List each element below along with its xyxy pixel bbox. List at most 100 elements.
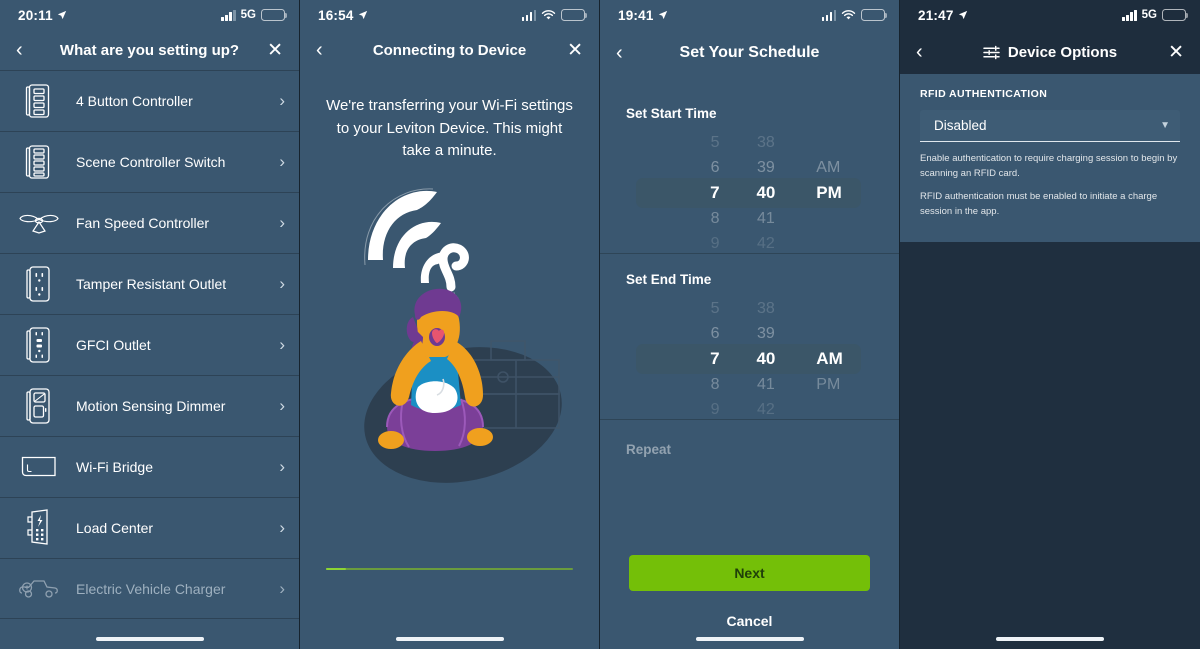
start-time-heading: Set Start Time [626,106,717,121]
ceiling-fan-icon [16,210,62,236]
list-item-electric-vehicle-charger[interactable]: Electric Vehicle Charger › [0,558,299,619]
picker-option[interactable]: 6 [600,321,726,347]
status-time-group: 19:41 [618,8,668,23]
list-item-label: Load Center [76,520,154,536]
chevron-right-icon: › [279,335,285,354]
start-minute-column[interactable]: 38 39 40 41 42 [726,133,807,253]
nav-bar: ‹ What are you setting up? ✕ [0,30,299,70]
picker-option[interactable]: 8 [600,372,726,398]
picker-option[interactable]: AM [806,155,899,181]
list-item-motion-sensing-dimmer[interactable]: Motion Sensing Dimmer › [0,375,299,436]
chevron-down-icon: ▼ [1160,120,1170,131]
status-time-group: 21:47 [918,8,968,23]
load-center-icon [16,508,62,548]
back-button[interactable]: ‹ [616,43,623,63]
picker-selected-meridiem[interactable]: PM [806,180,899,206]
list-item-load-center[interactable]: Load Center › [0,497,299,558]
picker-option[interactable]: 41 [726,372,807,398]
rfid-help-text-2: RFID authentication must be enabled to i… [920,191,1158,218]
picker-option[interactable]: 42 [726,231,807,257]
picker-selected-hour[interactable]: 7 [600,346,726,372]
screenshot-strip: 20:11 5G ‹ What are you setting up? ✕ 4 … [0,0,1200,649]
cellular-signal-icon [521,9,536,21]
close-button[interactable]: ✕ [1168,43,1184,62]
list-item-scene-controller-switch[interactable]: Scene Controller Switch › [0,131,299,192]
picker-option[interactable]: 9 [600,231,726,257]
close-button[interactable]: ✕ [567,41,583,60]
picker-option[interactable]: 5 [600,296,726,322]
list-item-label: Motion Sensing Dimmer [76,398,226,414]
back-button[interactable]: ‹ [316,40,323,60]
picker-option[interactable]: 39 [726,155,807,181]
status-time-group: 20:11 [18,8,67,23]
page-title: What are you setting up? [59,41,240,59]
list-item-label: 4 Button Controller [76,93,193,109]
picker-option[interactable]: 38 [726,296,807,322]
picker-option[interactable]: 42 [726,397,807,423]
end-time-heading: Set End Time [626,272,712,287]
end-time-picker[interactable]: 5 6 7 8 9 38 39 40 41 42 AM PM [600,299,899,419]
picker-option[interactable]: 5 [600,130,726,156]
picker-option[interactable]: 41 [726,206,807,232]
wifi-icon [541,10,556,20]
panel-device-options: 21:47 5G ‹ Device Options ✕ RFID AUTHENT… [900,0,1200,649]
picker-option[interactable]: 9 [600,397,726,423]
network-label: 5G [1141,9,1157,21]
status-time: 20:11 [18,7,53,23]
back-button[interactable]: ‹ [16,40,23,60]
cellular-signal-icon [221,9,236,21]
battery-icon [561,9,588,21]
device-type-list: 4 Button Controller › Scene Controller S… [0,70,299,619]
status-icons [521,9,588,21]
list-item-fan-speed-controller[interactable]: Fan Speed Controller › [0,192,299,253]
close-button[interactable]: ✕ [267,41,283,60]
chevron-right-icon: › [279,213,285,232]
wifi-icon [841,10,856,20]
status-time-group: 16:54 [318,8,368,23]
location-arrow-icon [658,10,667,20]
list-item-label: Fan Speed Controller [76,215,210,231]
cellular-signal-icon [1122,9,1137,21]
picker-selected-hour[interactable]: 7 [600,180,726,206]
end-minute-column[interactable]: 38 39 40 41 42 [726,299,807,419]
page-title: Connecting to Device [372,41,527,59]
home-indicator [695,636,804,641]
rfid-authentication-select[interactable]: Disabled ▼ [920,110,1180,142]
location-arrow-icon [958,10,967,20]
status-icons [821,9,888,21]
next-button[interactable]: Next [629,555,870,591]
illustration-person-with-wifi [300,165,599,485]
list-item-gfci-outlet[interactable]: GFCI Outlet › [0,314,299,375]
end-meridiem-column[interactable]: AM PM [806,299,899,419]
picker-selected-minute[interactable]: 40 [726,346,807,372]
cancel-button[interactable]: Cancel [600,613,899,629]
list-item-label: Electric Vehicle Charger [76,580,226,597]
button-controller-icon [16,83,62,119]
start-hour-column[interactable]: 5 6 7 8 9 [600,133,726,253]
picker-option[interactable]: 39 [726,321,807,347]
home-indicator [395,636,504,641]
start-time-picker[interactable]: 5 6 7 8 9 38 39 40 41 42 AM PM [600,133,899,253]
end-hour-column[interactable]: 5 6 7 8 9 [600,299,726,419]
picker-option[interactable]: PM [806,372,899,398]
list-item-4-button-controller[interactable]: 4 Button Controller › [0,70,299,131]
picker-option[interactable]: 6 [600,155,726,181]
status-bar: 16:54 [300,0,599,30]
start-meridiem-column[interactable]: AM PM [806,133,899,253]
page-title: Device Options [1007,43,1118,61]
repeat-heading: Repeat [626,442,672,457]
picker-option[interactable]: 8 [600,206,726,232]
chevron-right-icon: › [279,396,285,415]
battery-icon-low-power [1162,9,1189,21]
status-time: 19:41 [618,7,654,23]
list-item-wifi-bridge[interactable]: Wi-Fi Bridge › [0,436,299,497]
back-button[interactable]: ‹ [916,42,923,62]
progress-fill [326,567,346,570]
list-item-tamper-resistant-outlet[interactable]: Tamper Resistant Outlet › [0,253,299,314]
picker-selected-meridiem[interactable]: AM [806,346,899,372]
picker-option[interactable]: 38 [726,130,807,156]
network-label: 5G [240,9,256,21]
picker-selected-minute[interactable]: 40 [726,180,807,206]
panel-set-your-schedule: 19:41 ‹ Set Your Schedule Set Start Time [600,0,900,649]
outlet-icon [16,265,62,303]
